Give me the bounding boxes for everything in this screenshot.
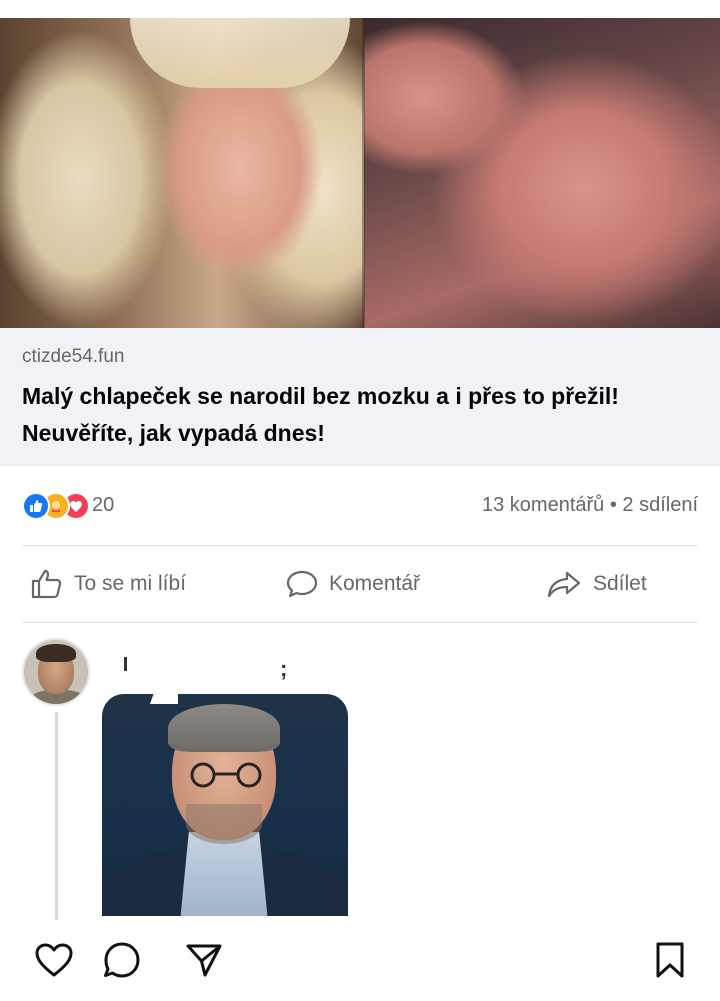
- comment-thread-line: [55, 712, 58, 920]
- share-button[interactable]: Sdílet: [545, 562, 647, 606]
- link-preview-image[interactable]: [0, 18, 720, 328]
- reactions-row: 20 13 komentářů • 2 sdílení: [0, 486, 720, 530]
- redacted-author-name: [130, 624, 280, 682]
- top-strip: [0, 0, 720, 18]
- comment-bubble-icon: [286, 570, 318, 598]
- comment-label: Komentář: [329, 572, 421, 595]
- share-label: Sdílet: [593, 572, 647, 595]
- redaction-mark: ;: [280, 656, 288, 681]
- comment-bubble-icon[interactable]: [100, 938, 144, 982]
- link-domain: ctizde54.fun: [22, 346, 125, 367]
- newborn-baby-photo: [364, 18, 720, 328]
- link-title[interactable]: Malý chlapeček se narodil bez mozku a i …: [22, 378, 682, 452]
- like-button[interactable]: To se mi líbí: [30, 562, 186, 606]
- glasses-shape: [190, 762, 262, 788]
- like-label: To se mi líbí: [74, 572, 187, 595]
- bookmark-icon[interactable]: [648, 938, 692, 982]
- comment-photo[interactable]: [102, 694, 348, 916]
- divider: [22, 545, 698, 546]
- comment-button[interactable]: Komentář: [285, 562, 420, 606]
- redaction-mark: [124, 657, 127, 671]
- bubble-tail: [150, 680, 178, 704]
- bottom-action-bar: [0, 930, 720, 990]
- avatar[interactable]: [22, 638, 90, 706]
- like-reaction-icon: [22, 492, 50, 520]
- image-divider: [362, 18, 365, 328]
- link-preview-meta[interactable]: ctizde54.fun Malý chlapeček se narodil b…: [0, 328, 720, 466]
- reaction-count[interactable]: 20: [92, 494, 114, 517]
- action-bar: To se mi líbí Komentář Sdílet: [0, 556, 720, 612]
- send-icon[interactable]: [182, 938, 226, 982]
- heart-icon[interactable]: [32, 938, 76, 982]
- woman-portrait-photo: [0, 18, 364, 328]
- divider: [22, 622, 698, 623]
- thumbs-up-icon: [31, 569, 62, 599]
- share-arrow-icon: [547, 571, 581, 598]
- comments-shares-count[interactable]: 13 komentářů • 2 sdílení: [482, 494, 698, 517]
